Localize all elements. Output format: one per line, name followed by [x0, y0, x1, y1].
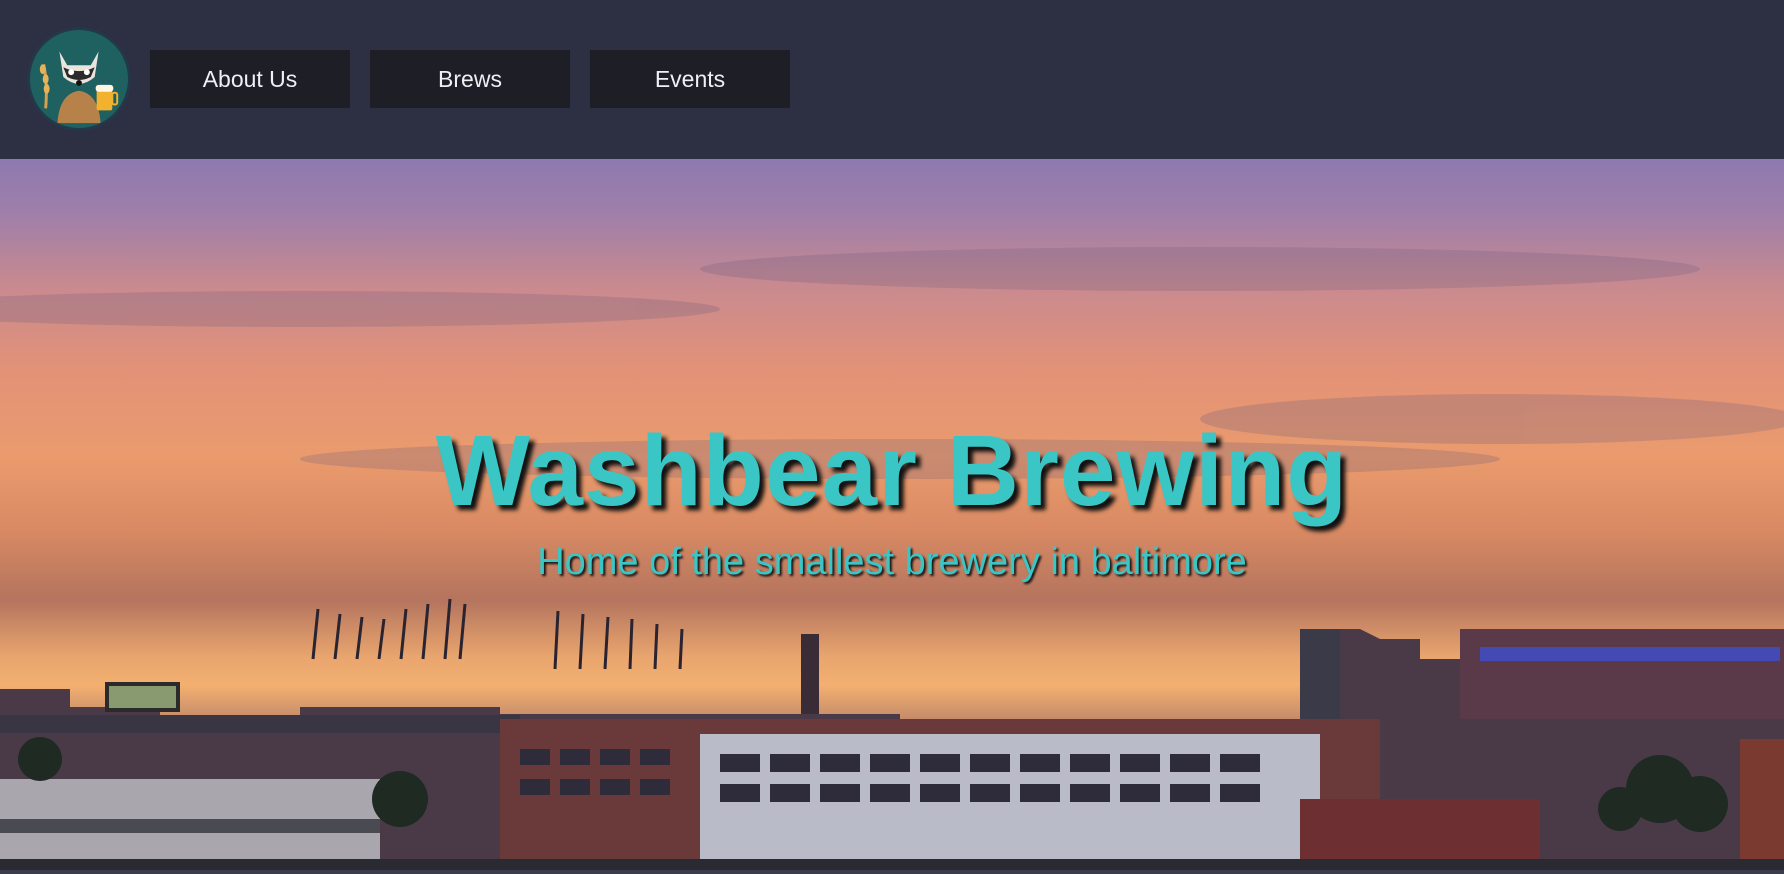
- hero-title: Washbear Brewing: [435, 415, 1349, 527]
- page-bottom-edge: [0, 870, 1784, 874]
- nav-about-us-button[interactable]: About Us: [150, 50, 350, 108]
- raccoon-beer-logo-icon[interactable]: [27, 27, 131, 131]
- nav-brews-button[interactable]: Brews: [370, 50, 570, 108]
- hero-banner: Washbear Brewing Home of the smallest br…: [0, 159, 1784, 870]
- hero-subtitle: Home of the smallest brewery in baltimor…: [537, 541, 1247, 583]
- nav-events-button[interactable]: Events: [590, 50, 790, 108]
- top-navbar: About Us Brews Events: [0, 0, 1784, 159]
